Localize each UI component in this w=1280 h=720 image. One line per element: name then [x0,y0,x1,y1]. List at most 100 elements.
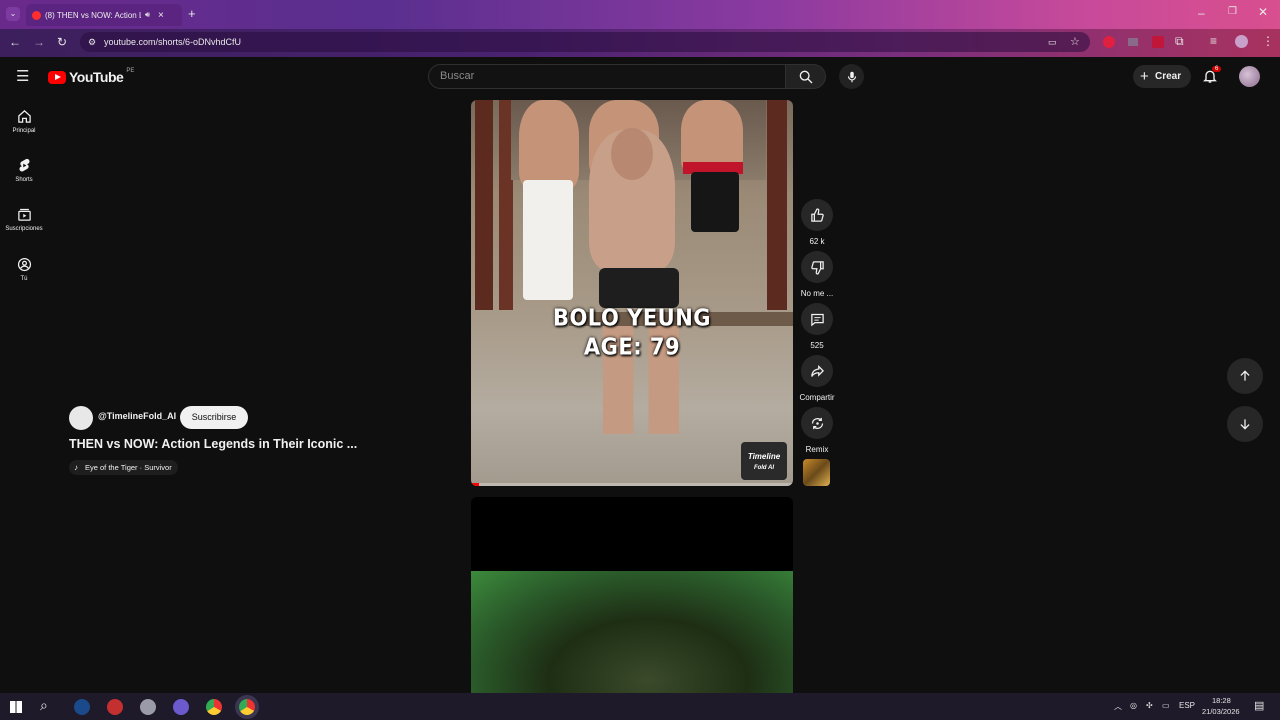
old-man-shorts [599,268,679,308]
like-count: 62 k [809,237,825,246]
forward-icon[interactable]: → [33,36,45,48]
remix-button[interactable] [801,407,833,439]
close-window-icon[interactable]: ✕ [1258,6,1268,18]
arrow-up-icon [1240,370,1250,381]
music-chip[interactable]: ♪ Eye of the Tiger · Survivor [69,460,178,475]
comments-button[interactable] [801,303,833,335]
input-language[interactable]: ESP [1179,701,1195,710]
discord-icon[interactable] [173,699,189,715]
short-video-player[interactable]: BOLO YEUNG AGE: 79 Timeline Fold AI [471,100,793,486]
youtube-wordmark: YouTube [69,69,124,85]
address-bar[interactable]: ⚙ youtube.com/shorts/6-oDNvhdCfU ▭ ☆ [80,32,1090,52]
remix-action[interactable]: Remix [801,407,833,454]
notifications-button[interactable]: 6 [1202,66,1222,86]
comments-action[interactable]: 525 [801,303,833,350]
dislike-action[interactable]: No me ... [801,251,833,298]
steam-icon[interactable] [74,699,90,715]
chrome-icon[interactable] [206,699,222,715]
back-icon[interactable]: ← [9,36,21,48]
sidebar-item-shorts[interactable]: Shorts [0,158,48,183]
youtube-logo[interactable]: YouTube PE [48,68,135,85]
restore-icon[interactable]: ❐ [1228,7,1237,17]
thumbs-up-icon [810,207,824,222]
profile-avatar-icon[interactable] [1235,35,1248,48]
channel-handle[interactable]: @TimelineFold_AI [98,411,176,421]
tray-gamepad-icon[interactable]: ✣ [1146,701,1153,710]
windows-start-icon[interactable] [10,701,22,713]
minimize-icon[interactable]: – [1198,7,1205,19]
sidebar-item-suscripciones[interactable]: Suscripciones [0,207,48,232]
sidebar-label: Tú [20,276,28,282]
tray-chevron-icon[interactable]: ︿ [1114,701,1122,712]
extension-red-icon[interactable] [1103,36,1115,48]
fighter-left-pants [523,180,573,300]
install-app-icon[interactable]: ▭ [1048,32,1057,52]
url-text: youtube.com/shorts/6-oDNvhdCfU [104,37,242,47]
taskbar-search-icon[interactable]: ⌕ [40,698,48,712]
app-red-icon[interactable] [107,699,123,715]
thumbs-down-icon [810,260,824,275]
comment-icon [810,313,824,326]
search-button[interactable] [786,64,826,89]
tab-close-icon[interactable]: × [158,10,164,21]
music-label: Eye of the Tiger · Survivor [85,463,172,472]
extension-box-icon[interactable] [1152,36,1164,48]
notification-center-icon[interactable]: ▤ [1254,699,1264,712]
subscribe-button[interactable]: Suscribirse [180,406,248,429]
subscriptions-icon [17,208,31,221]
short-title[interactable]: THEN vs NOW: Action Legends in Their Ico… [69,437,357,451]
next-short-preview[interactable] [471,497,793,693]
next-short-thumbnail [471,571,793,693]
tray-app-icon[interactable]: ◎ [1130,701,1137,710]
shorts-icon [18,158,30,172]
account-avatar[interactable] [1239,66,1260,87]
site-info-icon[interactable]: ⚙ [88,32,96,52]
like-action[interactable]: 62 k [801,199,833,246]
hamburger-menu-icon[interactable]: ☰ [16,69,29,84]
dislike-button[interactable] [801,251,833,283]
browser-menu-icon[interactable]: ⋮ [1262,35,1274,47]
notification-badge: 6 [1212,66,1222,72]
share-button[interactable] [801,355,833,387]
microphone-icon [847,71,856,82]
sidebar-label: Principal [12,128,36,134]
search-input[interactable]: Buscar [428,64,786,89]
share-action[interactable]: Compartir [799,355,835,402]
windows-taskbar [0,693,1280,720]
speaker-icon[interactable]: 🔊︎ [145,10,150,20]
active-tab[interactable]: (8) THEN vs NOW: Action Le 🔊︎ × [26,4,182,26]
sidebar-item-tu[interactable]: Tú [0,257,48,282]
clock-date[interactable]: 21/03/2026 [1202,707,1240,716]
sound-thumbnail[interactable] [803,459,830,486]
tab-search-icon[interactable]: ⌄ [6,7,20,21]
clock-time[interactable]: 18:28 [1212,696,1231,705]
chrome-active-icon[interactable] [239,699,255,715]
tray-network-icon[interactable]: ▭ [1162,701,1170,710]
overlay-name-text: BOLO YEUNG [552,304,712,332]
fighter-left [519,100,579,190]
new-tab-icon[interactable]: + [188,7,196,20]
comments-count: 525 [810,341,824,350]
previous-short-button[interactable] [1227,358,1263,394]
voice-search-button[interactable] [839,64,864,89]
extensions-puzzle-icon[interactable]: ⧉ [1175,35,1184,47]
region-badge: PE [126,68,135,74]
arrow-down-icon [1240,419,1250,430]
share-arrow-icon [810,364,824,377]
tab-title: (8) THEN vs NOW: Action Le [45,10,141,20]
like-button[interactable] [801,199,833,231]
extension-gray-icon[interactable] [1128,38,1138,46]
app-gray-icon[interactable] [140,699,156,715]
media-queue-icon[interactable]: ≡ [1210,35,1217,47]
create-button[interactable]: + Crear [1133,65,1191,88]
fighter-right-shorts [691,172,739,232]
bookmark-star-icon[interactable]: ☆ [1070,32,1080,52]
watermark-line1: Timeline [747,452,781,461]
reload-icon[interactable]: ↻ [57,36,67,48]
sidebar-item-principal[interactable]: Principal [0,109,48,134]
next-short-button[interactable] [1227,406,1263,442]
video-progress-bar[interactable] [471,483,793,486]
temple-pillar [475,100,493,310]
channel-avatar[interactable] [69,406,93,430]
temple-pillar [767,100,787,310]
